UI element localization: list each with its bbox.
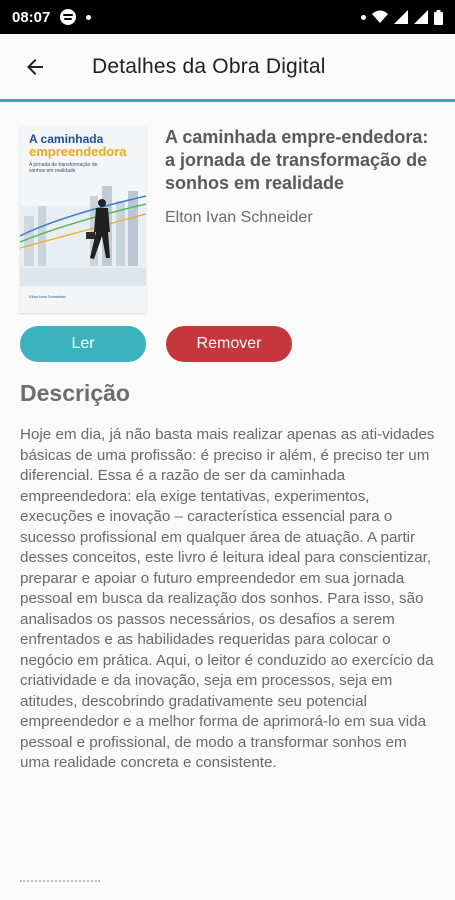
- arrow-back-icon: [27, 58, 43, 75]
- page-title: Detalhes da Obra Digital: [92, 54, 326, 78]
- status-time: 08:07: [12, 8, 51, 26]
- cover-author: Elton Ivan Schneider: [29, 294, 66, 299]
- book-title: A caminhada empre-endedora: a jornada de…: [165, 127, 429, 193]
- battery-icon: [434, 9, 443, 25]
- cover-title: empreendedora: [29, 144, 127, 159]
- next-section-edge: [20, 880, 100, 884]
- action-buttons: Ler Remover: [20, 326, 292, 362]
- book-info: A caminhada empre-endedora: a jornada de…: [165, 126, 440, 313]
- notification-dot-icon: [86, 14, 92, 20]
- read-button[interactable]: Ler: [20, 326, 146, 362]
- book-cover[interactable]: A caminhada empreendedora A jornada de t…: [20, 126, 146, 313]
- signal-icon: [414, 10, 428, 24]
- cover-illustration: [20, 186, 146, 286]
- app-bar: Detalhes da Obra Digital: [0, 34, 455, 102]
- spotify-icon: [60, 9, 77, 25]
- status-bar: 08:07: [0, 0, 455, 34]
- notification-dot-icon: [361, 14, 366, 20]
- signal-icon: [394, 10, 408, 24]
- remove-button[interactable]: Remover: [166, 326, 292, 362]
- book-header: A caminhada empreendedora A jornada de t…: [20, 126, 440, 313]
- description-heading: Descrição: [20, 380, 130, 406]
- back-button[interactable]: [0, 33, 70, 101]
- wifi-icon: [372, 10, 388, 23]
- book-author: Elton Ivan Schneider: [165, 209, 313, 226]
- description-text: Hoje em dia, já não basta mais realizar …: [20, 426, 435, 771]
- cover-subtitle: A jornada de transformação de sonhos em …: [29, 162, 98, 174]
